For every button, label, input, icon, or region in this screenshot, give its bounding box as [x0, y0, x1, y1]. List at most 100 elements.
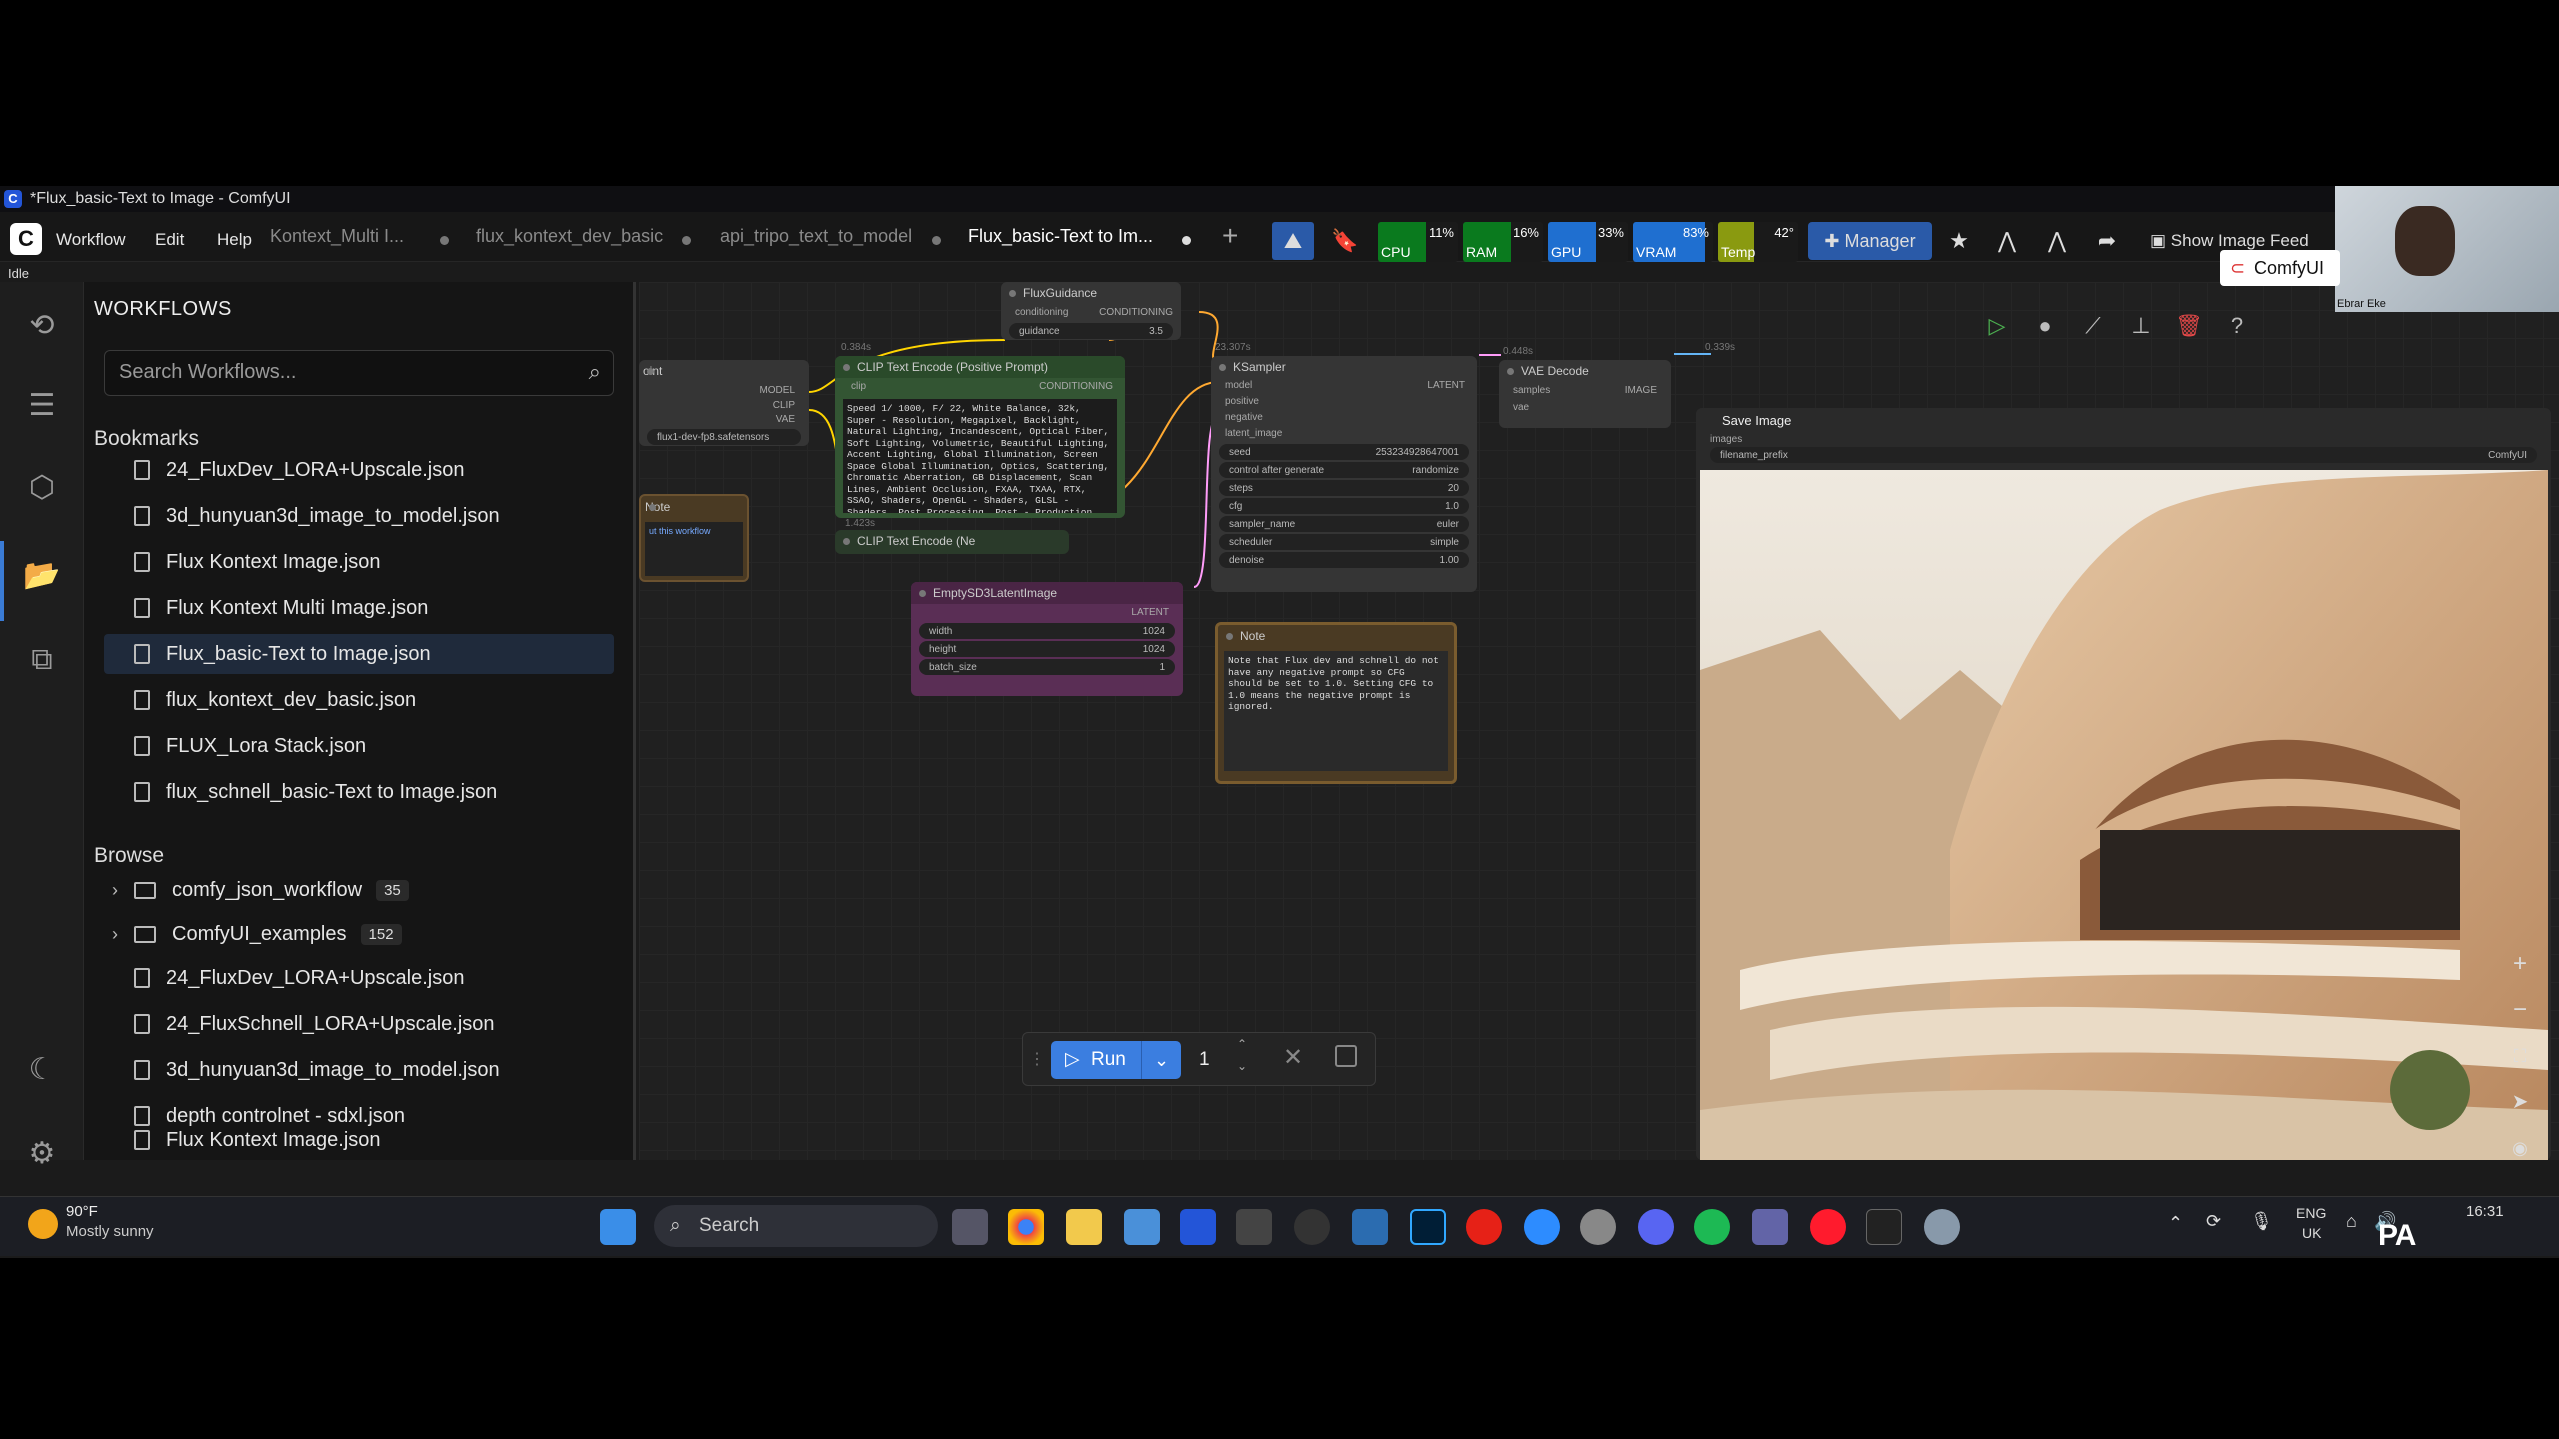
sampler-name-widget[interactable]: sampler_name euler: [1219, 516, 1469, 532]
spotify-icon[interactable]: [1694, 1209, 1730, 1245]
settings-icon[interactable]: [1924, 1209, 1960, 1245]
drag-handle-icon[interactable]: ⋮: [1029, 1049, 1045, 1069]
clip-positive-node[interactable]: CLIP Text Encode (Positive Prompt) clip C…: [835, 356, 1125, 518]
network-icon[interactable]: ⌂: [2346, 1211, 2357, 1232]
file-explorer-icon[interactable]: [1066, 1209, 1102, 1245]
guidance-widget[interactable]: guidance 3.5: [1009, 323, 1173, 339]
workflow-search-input[interactable]: [119, 361, 559, 384]
zoom-out-icon[interactable]: −: [2498, 988, 2542, 1032]
model-icon[interactable]: ⋀: [1990, 222, 2024, 260]
settings-gear-icon[interactable]: ⚙: [22, 1134, 62, 1174]
tab-kontext-multi[interactable]: Kontext_Multi I...: [270, 226, 404, 247]
node-port[interactable]: samples IMAGE: [1499, 382, 1671, 399]
port-label[interactable]: vae: [1499, 399, 1671, 416]
app-icon[interactable]: [1580, 1209, 1616, 1245]
theme-moon-icon[interactable]: ☾: [22, 1050, 62, 1090]
port-label[interactable]: positive: [1211, 394, 1477, 410]
teams-icon[interactable]: [1752, 1209, 1788, 1245]
region-label[interactable]: UK: [2302, 1225, 2321, 1241]
status-circle-icon[interactable]: ●: [2023, 304, 2067, 348]
model-library-icon[interactable]: ⬡: [22, 468, 62, 508]
photoshop-icon[interactable]: [1410, 1209, 1446, 1245]
chrome-icon[interactable]: [1008, 1209, 1044, 1245]
task-view-icon[interactable]: [952, 1209, 988, 1245]
obs-icon[interactable]: [1294, 1209, 1330, 1245]
photos-icon[interactable]: [1124, 1209, 1160, 1245]
node-port[interactable]: clip CONDITIONING: [835, 378, 1125, 395]
folder-item[interactable]: › ComfyUI_examples 152: [104, 914, 614, 954]
checkpoint-loader-node[interactable]: oint MODEL CLIP VAE flux1-dev-fp8.safete…: [639, 360, 809, 446]
add-tab-button[interactable]: +: [1222, 220, 1238, 252]
vae-decode-node[interactable]: VAE Decode samples IMAGE vae: [1499, 360, 1671, 428]
node-port[interactable]: conditioning CONDITIONING: [1001, 304, 1181, 321]
wand-icon[interactable]: ⟋: [2071, 304, 2115, 348]
batch-size-widget[interactable]: batch_size 1: [919, 659, 1175, 675]
flux-guidance-node[interactable]: FluxGuidance conditioning CONDITIONING gu…: [1001, 282, 1181, 340]
tray-chevron-up-icon[interactable]: ⌃: [2168, 1213, 2183, 1234]
clock-time[interactable]: 16:31: [2466, 1203, 2504, 1220]
bookmark-item[interactable]: 3d_hunyuan3d_image_to_model.json: [104, 496, 614, 536]
opera-icon[interactable]: [1810, 1209, 1846, 1245]
terminal-icon[interactable]: [1866, 1209, 1902, 1245]
bookmark-item[interactable]: Flux Kontext Multi Image.json: [104, 588, 614, 628]
note-node[interactable]: Note Note that Flux dev and schnell do n…: [1215, 622, 1457, 784]
language-label[interactable]: ENG: [2296, 1205, 2326, 1221]
weather-sun-icon[interactable]: [28, 1209, 58, 1239]
history-icon[interactable]: ⟲: [22, 306, 62, 346]
stop-icon[interactable]: [1335, 1045, 1357, 1067]
zoom-icon[interactable]: [1524, 1209, 1560, 1245]
browse-item[interactable]: Flux Kontext Image.json: [104, 1120, 614, 1160]
tab-unsaved-dot[interactable]: [1182, 236, 1191, 245]
port-label[interactable]: latent_image: [1211, 426, 1477, 442]
menu-edit[interactable]: Edit: [155, 230, 184, 250]
width-widget[interactable]: width 1024: [919, 623, 1175, 639]
note-node[interactable]: Note ut this workflow: [639, 494, 749, 582]
decrement-icon[interactable]: ⌄: [1237, 1059, 1247, 1073]
seed-widget[interactable]: seed 253234928647001: [1219, 444, 1469, 460]
denoise-widget[interactable]: denoise 1.00: [1219, 552, 1469, 568]
app-icon[interactable]: [1236, 1209, 1272, 1245]
clip-negative-node[interactable]: CLIP Text Encode (Ne: [835, 530, 1069, 554]
bookmark-icon[interactable]: 🔖: [1330, 222, 1360, 260]
height-widget[interactable]: height 1024: [919, 641, 1175, 657]
menu-workflow[interactable]: Workflow: [56, 230, 126, 250]
filename-prefix-widget[interactable]: filename_prefix ComfyUI: [1710, 447, 2537, 463]
microphone-icon[interactable]: 🎙: [2250, 1211, 2273, 1232]
scheduler-widget[interactable]: scheduler simple: [1219, 534, 1469, 550]
bookmark-item-selected[interactable]: Flux_basic-Text to Image.json: [104, 634, 614, 674]
folder-item[interactable]: › comfy_json_workflow 35: [104, 870, 614, 910]
star-icon[interactable]: ★: [1942, 222, 1976, 260]
bookmark-item[interactable]: flux_kontext_dev_basic.json: [104, 680, 614, 720]
node-library-icon[interactable]: ⧉: [22, 640, 62, 680]
zoom-in-icon[interactable]: +: [2498, 942, 2542, 986]
browse-item[interactable]: 3d_hunyuan3d_image_to_model.json: [104, 1050, 614, 1090]
bookmark-item[interactable]: FLUX_Lora Stack.json: [104, 726, 614, 766]
tab-api-tripo[interactable]: api_tripo_text_to_model: [720, 226, 912, 247]
browse-item[interactable]: 24_FluxSchnell_LORA+Upscale.json: [104, 1004, 614, 1044]
ksampler-node[interactable]: KSampler model LATENT positive negative l…: [1211, 356, 1477, 592]
app-icon[interactable]: [1352, 1209, 1388, 1245]
youtube-icon[interactable]: [1466, 1209, 1502, 1245]
bookmark-item[interactable]: 24_FluxDev_LORA+Upscale.json: [104, 450, 614, 490]
cfg-widget[interactable]: cfg 1.0: [1219, 498, 1469, 514]
play-icon[interactable]: ▷: [1975, 304, 2019, 348]
workflow-search[interactable]: ⌕: [104, 350, 614, 396]
manager-button[interactable]: ✚ Manager: [1808, 222, 1932, 260]
discord-icon[interactable]: [1638, 1209, 1674, 1245]
prompt-textarea[interactable]: Speed 1/ 1000, F/ 22, White Balance, 32k…: [843, 399, 1117, 513]
model2-icon[interactable]: ⋀: [2040, 222, 2074, 260]
batch-count-input[interactable]: 1: [1185, 1041, 1237, 1079]
help-icon[interactable]: ?: [2215, 304, 2259, 348]
tab-flux-kontext-dev-basic[interactable]: flux_kontext_dev_basic: [476, 226, 663, 247]
cancel-icon[interactable]: ✕: [1283, 1043, 1303, 1072]
port-label[interactable]: negative: [1211, 410, 1477, 426]
taskbar-search[interactable]: ⌕ Search: [654, 1205, 938, 1247]
increment-icon[interactable]: ⌃: [1237, 1037, 1247, 1051]
queue-icon[interactable]: ☰: [22, 386, 62, 426]
toggle-links-eye-icon[interactable]: ◉: [2498, 1126, 2542, 1170]
fit-view-icon[interactable]: ⛶: [2498, 1034, 2542, 1078]
sync-icon[interactable]: ⟳: [2206, 1211, 2221, 1232]
tab-close-dot[interactable]: [932, 236, 941, 245]
share-icon[interactable]: ➦: [2090, 222, 2124, 260]
trash-icon[interactable]: 🗑: [2167, 304, 2211, 348]
